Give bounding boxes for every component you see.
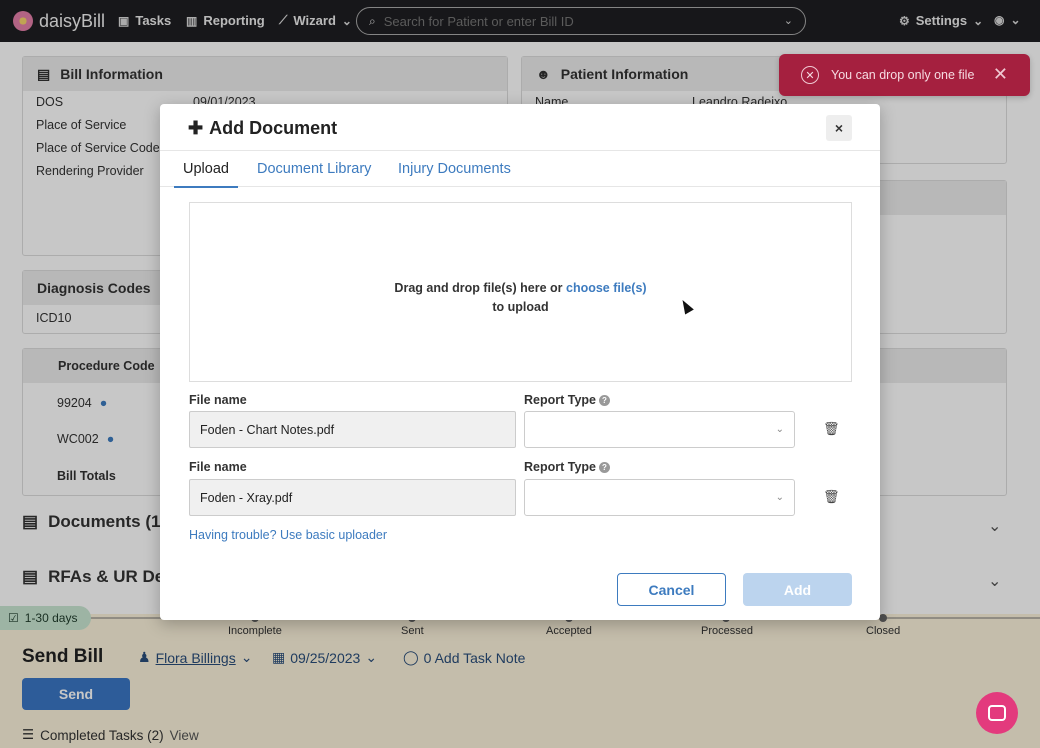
- choose-files-link[interactable]: choose file(s): [566, 281, 647, 295]
- toast-message: You can drop only one file: [831, 68, 975, 82]
- tab-document-library[interactable]: Document Library: [257, 161, 371, 177]
- chat-launcher[interactable]: [976, 692, 1018, 734]
- file-name-input[interactable]: [189, 411, 516, 448]
- modal-tabs: Upload Document Library Injury Documents: [160, 150, 880, 188]
- add-button[interactable]: Add: [743, 573, 852, 606]
- report-type-select[interactable]: ⌄: [524, 479, 795, 516]
- help-icon[interactable]: ?: [599, 395, 610, 407]
- file-dropzone[interactable]: Drag and drop file(s) here or choose fil…: [189, 202, 852, 382]
- modal-title-text: Add Document: [209, 118, 338, 138]
- add-document-modal: ✚ Add Document × Upload Document Library…: [160, 104, 880, 620]
- plus-icon: ✚: [188, 118, 204, 138]
- report-type-label: Report Type?: [524, 393, 610, 407]
- close-icon[interactable]: ✕: [993, 64, 1008, 85]
- trash-icon[interactable]: 🗑: [823, 421, 840, 437]
- file-name-label: File name: [189, 393, 247, 407]
- trash-icon[interactable]: 🗑: [823, 489, 840, 505]
- tab-upload[interactable]: Upload: [174, 161, 238, 188]
- report-type-select[interactable]: ⌄: [524, 411, 795, 448]
- dropzone-text: Drag and drop file(s) here or: [394, 281, 563, 295]
- chat-icon: [988, 705, 1006, 721]
- chevron-down-icon: ⌄: [775, 492, 784, 503]
- modal-title: ✚ Add Document: [188, 118, 337, 139]
- error-circle-icon: ✕: [801, 66, 819, 84]
- file-name-input[interactable]: [189, 479, 516, 516]
- dropzone-text-2: to upload: [492, 300, 549, 314]
- tab-injury-documents[interactable]: Injury Documents: [398, 161, 511, 177]
- chevron-down-icon: ⌄: [775, 424, 784, 435]
- report-type-label: Report Type?: [524, 460, 610, 474]
- file-name-label: File name: [189, 460, 247, 474]
- modal-close-button[interactable]: ×: [826, 115, 852, 141]
- cancel-button[interactable]: Cancel: [617, 573, 726, 606]
- report-type-label-text: Report Type: [524, 460, 596, 474]
- error-toast: ✕ You can drop only one file ✕: [779, 54, 1030, 96]
- help-icon[interactable]: ?: [599, 462, 610, 474]
- basic-uploader-link[interactable]: Having trouble? Use basic uploader: [189, 528, 387, 542]
- report-type-label-text: Report Type: [524, 393, 596, 407]
